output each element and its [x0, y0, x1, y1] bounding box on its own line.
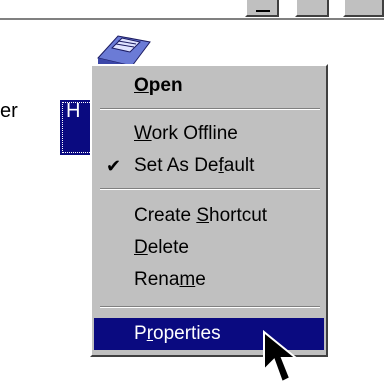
- menu-separator: [100, 188, 320, 190]
- menu-item-rename-label: Rename: [134, 269, 206, 290]
- menu-item-open[interactable]: Open: [94, 70, 324, 102]
- mouse-pointer-icon: [263, 330, 299, 384]
- menu-item-set-as-default-label: Set As Default: [134, 155, 255, 176]
- selected-icon-label-text: H: [66, 100, 81, 122]
- menu-item-rename[interactable]: Rename: [94, 264, 324, 296]
- close-button[interactable]: [343, 0, 384, 17]
- menu-item-create-shortcut[interactable]: Create Shortcut: [94, 200, 324, 232]
- checkmark-icon: ✔: [106, 156, 122, 176]
- menu-separator: [100, 306, 320, 308]
- window-titlebar-fragment: [0, 0, 384, 20]
- menu-item-work-offline[interactable]: Work Offline: [94, 118, 324, 150]
- maximize-button[interactable]: [295, 0, 329, 17]
- menu-item-delete-label: Delete: [134, 237, 189, 258]
- menu-item-set-as-default[interactable]: ✔ Set As Default: [94, 150, 324, 182]
- minimize-icon: [256, 10, 270, 12]
- menu-item-work-offline-label: Work Offline: [134, 123, 238, 144]
- desktop-label-fragment: er: [0, 100, 18, 122]
- context-menu: Open Work Offline ✔ Set As Default Creat…: [90, 64, 328, 357]
- menu-item-delete[interactable]: Delete: [94, 232, 324, 264]
- menu-item-open-label: Open: [134, 75, 183, 96]
- menu-separator: [100, 108, 320, 110]
- menu-item-create-shortcut-label: Create Shortcut: [134, 205, 268, 226]
- menu-item-properties-label: Properties: [134, 323, 221, 344]
- minimize-button[interactable]: [245, 0, 279, 17]
